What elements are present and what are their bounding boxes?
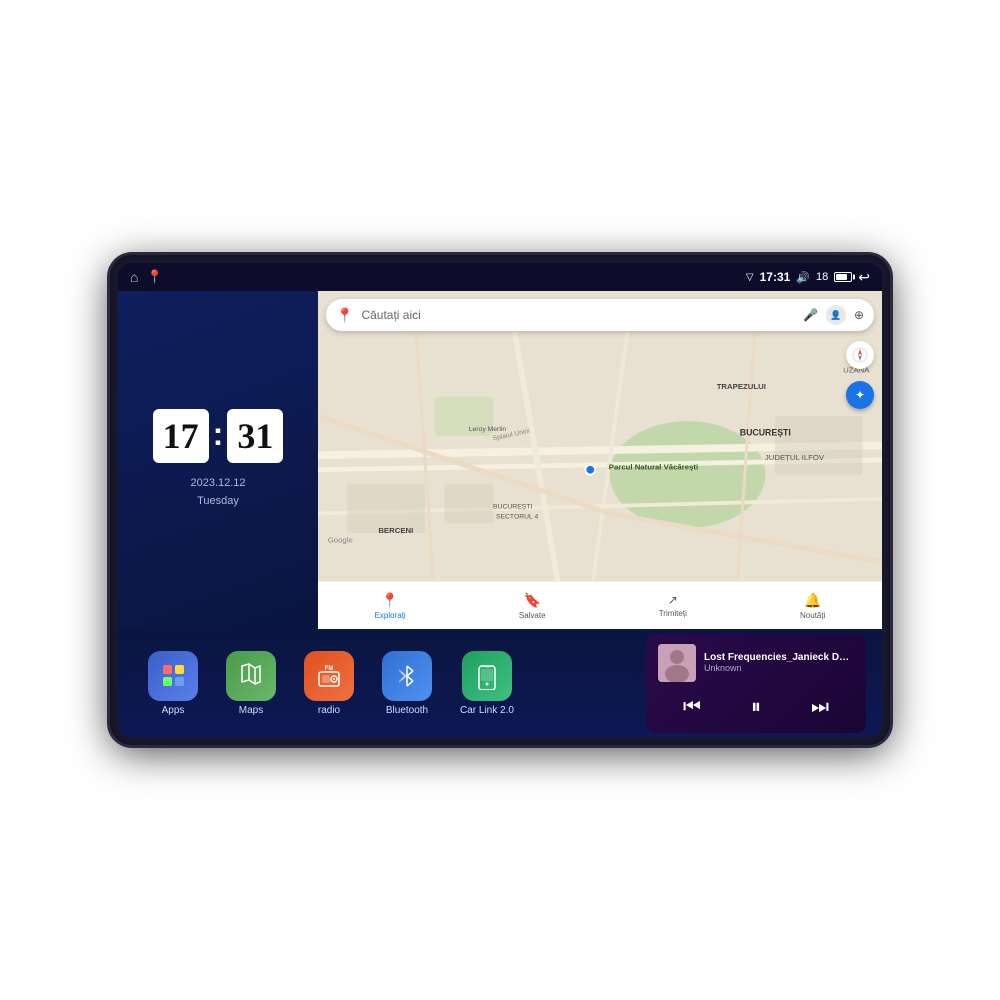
music-thumbnail <box>658 644 696 682</box>
app-item-carlink[interactable]: Car Link 2.0 <box>446 647 528 720</box>
back-icon[interactable]: ↩ <box>858 269 870 286</box>
map-nav-saved[interactable]: 🔖 Salvate <box>519 592 546 620</box>
app-item-bluetooth[interactable]: Bluetooth <box>368 647 446 720</box>
clock-date: 2023.12.12 Tuesday <box>190 475 245 510</box>
music-title: Lost Frequencies_Janieck Devy-... <box>704 652 854 663</box>
bottom-section: Apps Maps <box>118 629 882 737</box>
svg-text:BUCUREȘTI: BUCUREȘTI <box>740 428 791 438</box>
time-display: 17:31 <box>760 270 791 284</box>
maps-status-icon[interactable]: 📍 <box>146 269 162 285</box>
share-icon: ↗ <box>668 593 678 607</box>
clock-minutes: 31 <box>227 409 283 463</box>
battery-icon <box>834 272 852 282</box>
status-bar: ⌂ 📍 ▽ 17:31 🔊 18 ↩ <box>118 263 882 291</box>
app-item-radio[interactable]: FM radio <box>290 647 368 720</box>
svg-text:BUCUREȘTI: BUCUREȘTI <box>493 504 532 511</box>
battery-level: 18 <box>816 271 828 283</box>
music-next-button[interactable]: ⏭ <box>803 692 837 723</box>
top-section: 17 : 31 2023.12.12 Tuesday <box>118 291 882 629</box>
clock-panel: 17 : 31 2023.12.12 Tuesday <box>118 291 318 629</box>
map-nav-news[interactable]: 🔔 Noutăți <box>800 592 825 620</box>
share-label: Trimiteți <box>659 609 687 618</box>
music-prev-button[interactable]: ⏮ <box>675 692 709 723</box>
app-icon-maps <box>226 651 276 701</box>
app-icon-bluetooth <box>382 651 432 701</box>
app-icon-carlink <box>462 651 512 701</box>
map-pin-icon: 📍 <box>336 307 353 324</box>
svg-text:Google: Google <box>328 536 353 545</box>
app-icon-apps <box>148 651 198 701</box>
apps-row: Apps Maps <box>134 647 638 720</box>
music-info: Lost Frequencies_Janieck Devy-... Unknow… <box>704 652 854 673</box>
svg-text:Parcul Natural Văcărești: Parcul Natural Văcărești <box>609 463 698 472</box>
map-nav-share[interactable]: ↗ Trimiteți <box>659 593 687 618</box>
map-compass-button[interactable] <box>846 341 874 369</box>
app-icon-radio: FM <box>304 651 354 701</box>
signal-icon: ▽ <box>746 272 754 283</box>
app-label-maps: Maps <box>239 705 263 716</box>
map-search-text[interactable]: Căutați aici <box>361 308 795 322</box>
saved-icon: 🔖 <box>523 592 540 609</box>
app-item-maps[interactable]: Maps <box>212 647 290 720</box>
status-right: ▽ 17:31 🔊 18 ↩ <box>746 269 870 286</box>
music-play-button[interactable]: ⏸ <box>743 692 769 723</box>
device-screen: ⌂ 📍 ▽ 17:31 🔊 18 ↩ <box>118 263 882 737</box>
device-frame: ⌂ 📍 ▽ 17:31 🔊 18 ↩ <box>110 255 890 745</box>
app-label-carlink: Car Link 2.0 <box>460 705 514 716</box>
music-artist: Unknown <box>704 663 854 673</box>
app-item-apps[interactable]: Apps <box>134 647 212 720</box>
app-label-radio: radio <box>318 705 340 716</box>
clock-hours: 17 <box>153 409 209 463</box>
map-layers-icon[interactable]: ⊕ <box>854 308 864 322</box>
svg-text:Leroy Merlin: Leroy Merlin <box>469 426 507 433</box>
volume-icon: 🔊 <box>796 271 810 284</box>
svg-text:TRAPEZULUI: TRAPEZULUI <box>717 382 766 391</box>
app-label-apps: Apps <box>162 705 185 716</box>
music-header: Lost Frequencies_Janieck Devy-... Unknow… <box>658 644 854 682</box>
svg-text:JUDEȚUL ILFOV: JUDEȚUL ILFOV <box>765 453 825 462</box>
main-content: 17 : 31 2023.12.12 Tuesday <box>118 291 882 737</box>
map-voice-icon[interactable]: 🎤 <box>803 308 818 322</box>
svg-text:SECTORUL 4: SECTORUL 4 <box>496 513 539 520</box>
map-nav-explore[interactable]: 📍 Explorați <box>375 592 406 620</box>
clock-display: 17 : 31 <box>153 409 284 463</box>
map-bottom-nav: 📍 Explorați 🔖 Salvate ↗ Trimiteți 🔔 <box>318 581 882 629</box>
app-label-bluetooth: Bluetooth <box>386 705 428 716</box>
saved-label: Salvate <box>519 611 546 620</box>
news-icon: 🔔 <box>804 592 821 609</box>
map-search-bar[interactable]: 📍 Căutați aici 🎤 👤 ⊕ <box>326 299 874 331</box>
clock-colon: : <box>213 416 224 453</box>
status-left: ⌂ 📍 <box>130 269 163 285</box>
map-location-button[interactable]: ✦ <box>846 381 874 409</box>
svg-text:BERCENI: BERCENI <box>378 526 413 535</box>
music-controls: ⏮ ⏸ ⏭ <box>658 692 854 723</box>
map-user-avatar[interactable]: 👤 <box>826 305 846 325</box>
map-background: Parcul Natural Văcărești BUCUREȘTI JUDEȚ… <box>318 291 882 629</box>
music-player: Lost Frequencies_Janieck Devy-... Unknow… <box>646 634 866 733</box>
explore-label: Explorați <box>375 611 406 620</box>
home-status-icon[interactable]: ⌂ <box>130 269 138 285</box>
news-label: Noutăți <box>800 611 825 620</box>
svg-text:FM: FM <box>325 666 334 672</box>
explore-icon: 📍 <box>381 592 398 609</box>
map-panel[interactable]: Parcul Natural Văcărești BUCUREȘTI JUDEȚ… <box>318 291 882 629</box>
